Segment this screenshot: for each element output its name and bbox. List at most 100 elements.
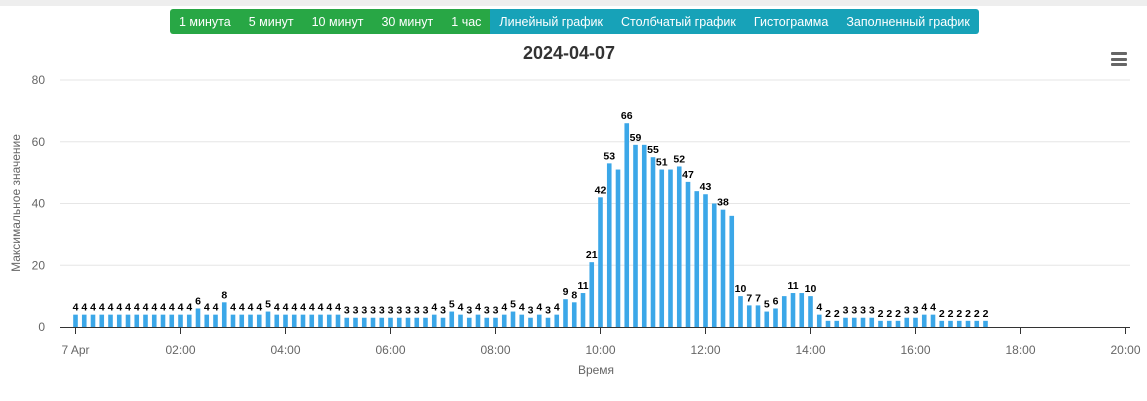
interval-5min-button[interactable]: 5 минут xyxy=(239,9,303,34)
bar[interactable] xyxy=(598,197,603,327)
bar[interactable] xyxy=(860,317,866,327)
bar[interactable] xyxy=(108,314,113,327)
bar[interactable] xyxy=(309,314,315,327)
bar[interactable] xyxy=(449,311,455,327)
bar[interactable] xyxy=(414,317,420,327)
bar[interactable] xyxy=(624,123,630,327)
bar[interactable] xyxy=(790,293,796,327)
bar[interactable] xyxy=(143,314,148,327)
bar[interactable] xyxy=(221,302,227,327)
bar[interactable] xyxy=(851,317,857,327)
bar[interactable] xyxy=(291,314,297,327)
interval-10min-button[interactable]: 10 минут xyxy=(302,9,373,34)
bar[interactable] xyxy=(239,314,245,327)
bar[interactable] xyxy=(353,317,358,327)
bar[interactable] xyxy=(300,314,306,327)
bar[interactable] xyxy=(816,314,822,327)
bar[interactable] xyxy=(983,320,988,327)
bar[interactable] xyxy=(81,314,87,327)
bar[interactable] xyxy=(641,144,647,327)
bar[interactable] xyxy=(921,314,927,327)
bar[interactable] xyxy=(501,314,507,327)
bar[interactable] xyxy=(361,317,367,327)
bar[interactable] xyxy=(668,169,673,327)
bar[interactable] xyxy=(913,317,918,327)
hamburger-menu-icon[interactable] xyxy=(1111,52,1127,66)
bar-chart-button[interactable]: Столбчатый график xyxy=(612,9,745,34)
bar[interactable] xyxy=(204,314,210,327)
bar[interactable] xyxy=(274,314,280,327)
bar[interactable] xyxy=(256,314,262,327)
bar[interactable] xyxy=(615,169,621,327)
bar[interactable] xyxy=(265,311,271,327)
bar[interactable] xyxy=(703,194,708,327)
bar[interactable] xyxy=(213,314,218,327)
bar[interactable] xyxy=(738,296,743,327)
bar[interactable] xyxy=(930,314,936,327)
bar[interactable] xyxy=(755,305,761,327)
bar[interactable] xyxy=(685,181,691,327)
bar[interactable] xyxy=(554,314,560,327)
bar[interactable] xyxy=(571,302,577,327)
bar[interactable] xyxy=(379,317,385,327)
bar[interactable] xyxy=(878,320,883,327)
bar[interactable] xyxy=(493,317,498,327)
bar[interactable] xyxy=(965,320,971,327)
bar[interactable] xyxy=(195,308,201,327)
bar[interactable] xyxy=(659,169,665,327)
bar[interactable] xyxy=(248,314,253,327)
bar[interactable] xyxy=(344,317,350,327)
bar[interactable] xyxy=(475,314,481,327)
bar[interactable] xyxy=(230,314,236,327)
bar[interactable] xyxy=(318,314,323,327)
bar[interactable] xyxy=(134,314,140,327)
bar[interactable] xyxy=(939,320,945,327)
bar[interactable] xyxy=(808,296,813,327)
bar[interactable] xyxy=(843,317,848,327)
bar[interactable] xyxy=(90,314,96,327)
bar[interactable] xyxy=(764,311,770,327)
bar[interactable] xyxy=(886,320,892,327)
bar[interactable] xyxy=(466,317,472,327)
bar[interactable] xyxy=(151,314,157,327)
bar[interactable] xyxy=(440,317,446,327)
bar[interactable] xyxy=(458,314,463,327)
bar[interactable] xyxy=(116,314,122,327)
bar[interactable] xyxy=(580,293,586,327)
bar[interactable] xyxy=(956,320,962,327)
bar[interactable] xyxy=(948,320,953,327)
bar[interactable] xyxy=(633,144,638,327)
bar[interactable] xyxy=(729,215,735,327)
bar[interactable] xyxy=(160,314,166,327)
histogram-button[interactable]: Гистограмма xyxy=(744,9,838,34)
bar[interactable] xyxy=(125,314,131,327)
bar[interactable] xyxy=(99,314,105,327)
bar[interactable] xyxy=(650,157,656,327)
area-chart-button[interactable]: Заполненный график xyxy=(837,9,979,34)
bar[interactable] xyxy=(895,320,901,327)
interval-30min-button[interactable]: 30 минут xyxy=(372,9,443,34)
bar[interactable] xyxy=(694,191,700,327)
bar[interactable] xyxy=(388,317,393,327)
bar[interactable] xyxy=(326,314,332,327)
bar[interactable] xyxy=(606,163,612,327)
bar[interactable] xyxy=(510,311,516,327)
bar[interactable] xyxy=(528,317,533,327)
bar[interactable] xyxy=(545,317,551,327)
bar[interactable] xyxy=(904,317,910,327)
bar[interactable] xyxy=(396,317,402,327)
bar[interactable] xyxy=(974,320,980,327)
bar[interactable] xyxy=(746,305,752,327)
bar[interactable] xyxy=(869,317,875,327)
bar[interactable] xyxy=(563,299,568,327)
line-chart-button[interactable]: Линейный график xyxy=(490,9,612,34)
bar[interactable] xyxy=(589,262,595,327)
bar[interactable] xyxy=(431,314,437,327)
bar[interactable] xyxy=(825,320,831,327)
bar[interactable] xyxy=(484,317,490,327)
bar[interactable] xyxy=(711,203,717,328)
bar[interactable] xyxy=(834,320,840,327)
bar[interactable] xyxy=(370,317,376,327)
bar[interactable] xyxy=(676,166,682,327)
bar[interactable] xyxy=(73,314,78,327)
